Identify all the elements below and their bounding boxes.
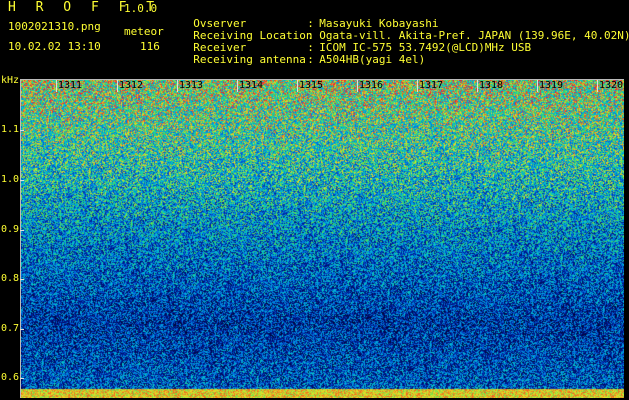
- y-tick-label: 1.0: [1, 174, 20, 185]
- x-tick-label: 1313: [179, 80, 204, 91]
- filename-label: 1002021310.png: [8, 20, 101, 33]
- y-axis-unit: kHz: [1, 75, 20, 86]
- spectrogram: [21, 80, 624, 398]
- meteor-count: 116: [140, 40, 160, 53]
- info-value: A504HB(yagi 4el): [319, 53, 426, 66]
- info-row-antenna: Receiving antenna: A504HB(yagi 4el): [180, 40, 425, 66]
- info-key: Receiving antenna: [193, 53, 306, 66]
- x-tick-label: 1318: [479, 80, 504, 91]
- y-tick-mark: [20, 230, 24, 231]
- y-tick-label: 1.1: [1, 124, 20, 135]
- mode-label: meteor: [124, 25, 164, 38]
- info-sep: :: [307, 53, 314, 66]
- y-tick-mark: [20, 329, 24, 330]
- y-tick-label: 0.8: [1, 273, 20, 284]
- x-tick-label: 1314: [239, 80, 264, 91]
- x-tick-label: 1316: [359, 80, 384, 91]
- y-tick-label: 0.7: [1, 323, 20, 334]
- x-tick-label: 1312: [119, 80, 144, 91]
- y-tick-label: 0.6: [1, 372, 20, 383]
- y-tick-mark: [20, 180, 24, 181]
- y-tick-label: 0.9: [1, 224, 20, 235]
- x-tick-label: 1320: [599, 80, 624, 91]
- x-tick-label: 1317: [419, 80, 444, 91]
- y-tick-mark: [20, 279, 24, 280]
- x-tick-label: 1315: [299, 80, 324, 91]
- x-tick-label: 1311: [58, 80, 83, 91]
- datetime-label: 10.02.02 13:10: [8, 40, 101, 53]
- y-tick-mark: [20, 130, 24, 131]
- x-tick-label: 1319: [539, 80, 564, 91]
- version-label: 1.0.0: [124, 2, 158, 15]
- y-tick-mark: [20, 378, 24, 379]
